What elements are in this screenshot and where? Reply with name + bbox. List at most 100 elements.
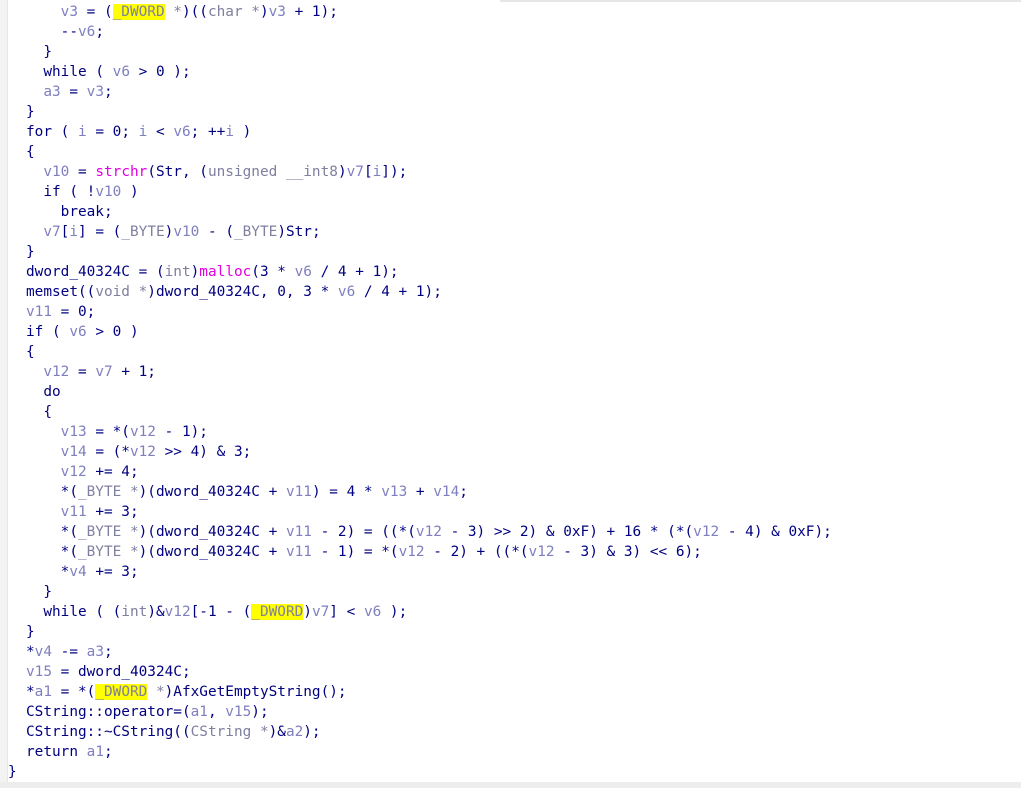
code-line[interactable]: v14 = (*v12 >> 4) & 3; — [26, 442, 252, 462]
variable-token[interactable]: v13 — [61, 424, 87, 440]
variable-token[interactable]: v10 — [173, 224, 199, 240]
type-token[interactable]: * — [121, 544, 139, 560]
type-token[interactable]: char — [208, 4, 243, 20]
code-token[interactable]: { — [26, 344, 35, 360]
code-line[interactable]: { — [26, 402, 52, 422]
type-token[interactable]: int — [121, 604, 147, 620]
code-line[interactable]: } — [26, 42, 52, 62]
highlighted-token[interactable]: _DWORD — [95, 684, 148, 700]
code-token[interactable]: - 1) = *( — [312, 544, 399, 560]
code-token[interactable]: *( — [26, 524, 78, 540]
variable-token[interactable]: a1 — [87, 744, 104, 760]
code-line[interactable]: v10 = strchr(Str, (unsigned __int8)v7[i]… — [26, 162, 407, 182]
code-token[interactable]: )dword_40324C, 0, 3 * — [147, 284, 338, 300]
variable-token[interactable]: v12 — [130, 444, 156, 460]
code-line[interactable]: while ( v6 > 0 ); — [26, 62, 191, 82]
variable-token[interactable]: v3 — [87, 84, 104, 100]
code-token[interactable]: )& — [147, 604, 164, 620]
variable-token[interactable]: v11 — [286, 544, 312, 560]
code-token[interactable]: ( — [87, 64, 113, 80]
code-token[interactable] — [26, 164, 43, 180]
code-token[interactable]: ) — [234, 124, 252, 140]
code-line[interactable]: *(_BYTE *)(dword_40324C + v11 - 2) = ((*… — [26, 522, 832, 542]
type-token[interactable]: * — [121, 484, 139, 500]
highlighted-token[interactable]: _DWORD — [112, 4, 165, 20]
code-line[interactable]: return a1; — [26, 742, 113, 762]
code-token[interactable]: ( ! — [61, 184, 95, 200]
function-token[interactable]: malloc — [199, 264, 251, 280]
code-line[interactable]: a3 = v3; — [26, 82, 112, 102]
variable-token[interactable]: v10 — [43, 164, 69, 180]
variable-token[interactable]: i — [225, 124, 234, 140]
code-line[interactable]: v12 = v7 + 1; — [26, 362, 156, 382]
code-token[interactable]: = — [69, 164, 95, 180]
variable-token[interactable]: v12 — [529, 544, 555, 560]
code-token[interactable]: < — [147, 124, 173, 140]
code-line[interactable]: *(_BYTE *)(dword_40324C + v11) = 4 * v13… — [26, 482, 468, 502]
code-token[interactable]: )AfxGetEmptyString(); — [165, 684, 347, 700]
code-token[interactable]: (3 * — [251, 264, 294, 280]
pseudocode-view[interactable]: v3 = (_DWORD *)((char *)v3 + 1); --v6; }… — [0, 0, 1021, 788]
type-token[interactable]: * — [130, 284, 148, 300]
type-token[interactable]: int — [165, 264, 191, 280]
keyword-token[interactable]: if — [26, 324, 43, 340]
code-line[interactable]: *v4 += 3; — [26, 562, 139, 582]
code-token[interactable]: + 1); — [286, 4, 338, 20]
function-token[interactable]: strchr — [95, 164, 147, 180]
type-token[interactable]: _BYTE — [234, 224, 277, 240]
variable-token[interactable]: v11 — [26, 304, 52, 320]
code-token[interactable]: ( — [52, 124, 78, 140]
variable-token[interactable]: v12 — [399, 544, 425, 560]
variable-token[interactable]: v11 — [61, 504, 87, 520]
type-token[interactable]: * — [165, 4, 182, 20]
keyword-token[interactable]: while — [26, 604, 86, 620]
code-token[interactable]: ; — [459, 484, 468, 500]
code-line[interactable]: do — [26, 382, 60, 402]
code-line[interactable]: v13 = *(v12 - 1); — [26, 422, 208, 442]
code-line[interactable]: v11 += 3; — [26, 502, 139, 522]
code-token[interactable]: > 0 ); — [130, 64, 191, 80]
code-token[interactable]: } — [26, 624, 35, 640]
code-token[interactable]: *( — [26, 484, 78, 500]
code-token[interactable]: ); — [381, 604, 407, 620]
variable-token[interactable]: v6 — [364, 604, 381, 620]
code-line[interactable]: CString::~CString((CString *)&a2); — [26, 722, 321, 742]
variable-token[interactable]: a1 — [191, 704, 208, 720]
code-token[interactable]: )(dword_40324C + — [139, 524, 286, 540]
code-token[interactable]: - 4) & 0xF); — [719, 524, 832, 540]
code-line[interactable]: CString::operator=(a1, v15); — [26, 702, 269, 722]
code-token[interactable]: (Str, ( — [147, 164, 208, 180]
code-token[interactable]: * — [26, 644, 35, 660]
variable-token[interactable]: v4 — [69, 564, 86, 580]
code-line[interactable]: break; — [26, 202, 113, 222]
code-line[interactable]: dword_40324C = (int)malloc(3 * v6 / 4 + … — [26, 262, 399, 282]
variable-token[interactable]: v11 — [286, 524, 312, 540]
code-line[interactable]: *(_BYTE *)(dword_40324C + v11 - 1) = *(v… — [26, 542, 702, 562]
keyword-token[interactable]: do — [26, 384, 60, 400]
keyword-token[interactable]: for — [26, 124, 52, 140]
code-token[interactable]: = (* — [87, 444, 130, 460]
code-line[interactable]: --v6; — [26, 22, 104, 42]
keyword-token[interactable]: return — [26, 744, 78, 760]
code-token[interactable]: >> 4) & 3; — [156, 444, 252, 460]
variable-token[interactable]: v12 — [43, 364, 69, 380]
code-token[interactable]: > 0 ) — [87, 324, 138, 340]
code-line[interactable]: if ( v6 > 0 ) — [26, 322, 139, 342]
code-line[interactable]: } — [26, 622, 35, 642]
code-token[interactable]: ] < — [329, 604, 364, 620]
type-token[interactable]: unsigned __int8 — [208, 164, 338, 180]
code-token[interactable]: += 3; — [87, 564, 138, 580]
code-token[interactable]: ) — [338, 164, 347, 180]
code-line[interactable]: v15 = dword_40324C; — [26, 662, 191, 682]
variable-token[interactable]: v15 — [26, 664, 52, 680]
code-token[interactable]: - 2) + ((*( — [425, 544, 528, 560]
horizontal-scrollbar[interactable] — [0, 782, 1021, 788]
code-token[interactable]: = *( — [52, 684, 96, 700]
variable-token[interactable]: v14 — [433, 484, 459, 500]
variable-token[interactable]: i — [78, 124, 87, 140]
code-token[interactable] — [26, 84, 43, 100]
code-token[interactable]: ) = 4 * — [312, 484, 381, 500]
code-token[interactable]: [-1 - ( — [191, 604, 252, 620]
code-line[interactable]: v7[i] = (_BYTE)v10 - (_BYTE)Str; — [26, 222, 320, 242]
code-token[interactable]: ) — [191, 264, 200, 280]
